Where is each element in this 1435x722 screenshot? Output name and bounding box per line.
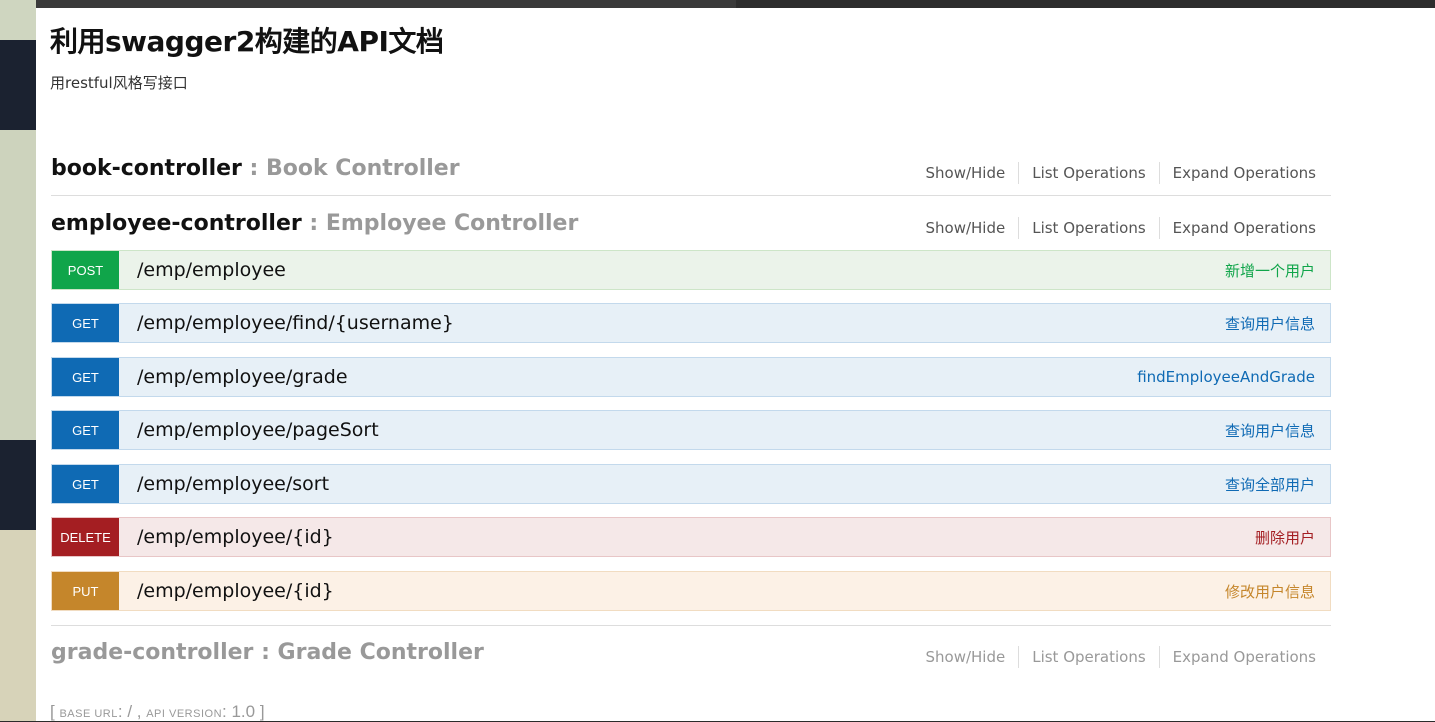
resource-description: Grade Controller bbox=[277, 640, 484, 665]
operation-row[interactable]: DELETE /emp/employee/{id} 删除用户 bbox=[51, 517, 1331, 557]
operation-row[interactable]: GET /emp/employee/find/{username} 查询用户信息 bbox=[51, 303, 1331, 343]
operation-summary[interactable]: 查询用户信息 bbox=[1225, 420, 1315, 441]
api-version-value: : 1.0 ] bbox=[222, 702, 265, 721]
expand-operations-link[interactable]: Expand Operations bbox=[1160, 164, 1331, 182]
http-method-badge[interactable]: GET bbox=[52, 411, 119, 449]
api-info-footer: [ BASE URL: / , API VERSION: 1.0 ] bbox=[50, 702, 265, 722]
expand-operations-link[interactable]: Expand Operations bbox=[1160, 219, 1331, 237]
resource-grade-controller: grade-controller : Grade Controller Show… bbox=[51, 634, 1331, 674]
resource-heading[interactable]: employee-controller : Employee Controlle… bbox=[51, 211, 578, 236]
resource-options: Show/Hide List Operations Expand Operati… bbox=[912, 646, 1331, 668]
resource-separator: : bbox=[253, 640, 278, 665]
list-operations-link[interactable]: List Operations bbox=[1019, 219, 1158, 237]
page-title: 利用swagger2构建的API文档 bbox=[50, 25, 444, 58]
resource-separator: : bbox=[301, 211, 326, 236]
list-operations-link[interactable]: List Operations bbox=[1019, 164, 1158, 182]
swagger-page: 利用swagger2构建的API文档 用restful风格写接口 book-co… bbox=[36, 8, 1435, 721]
resource-name[interactable]: book-controller bbox=[51, 156, 242, 181]
show-hide-link[interactable]: Show/Hide bbox=[912, 219, 1018, 237]
operation-summary[interactable]: 查询用户信息 bbox=[1225, 313, 1315, 334]
resource-name[interactable]: grade-controller bbox=[51, 640, 253, 665]
list-operations-link[interactable]: List Operations bbox=[1019, 648, 1158, 666]
page-subtitle: 用restful风格写接口 bbox=[50, 74, 188, 92]
show-hide-link[interactable]: Show/Hide bbox=[912, 648, 1018, 666]
base-url-value: : / , bbox=[117, 702, 147, 721]
resource-divider bbox=[51, 195, 1331, 196]
http-method-badge[interactable]: POST bbox=[52, 251, 119, 289]
show-hide-link[interactable]: Show/Hide bbox=[912, 164, 1018, 182]
operation-path[interactable]: /emp/employee/grade bbox=[137, 366, 1137, 388]
operation-path[interactable]: /emp/employee/sort bbox=[137, 473, 1225, 495]
operation-summary[interactable]: 查询全部用户 bbox=[1225, 474, 1315, 495]
http-method-badge[interactable]: PUT bbox=[52, 572, 119, 610]
resource-options: Show/Hide List Operations Expand Operati… bbox=[912, 162, 1331, 184]
operation-path[interactable]: /emp/employee/{id} bbox=[137, 580, 1225, 602]
resource-employee-controller: employee-controller : Employee Controlle… bbox=[51, 205, 1331, 245]
operation-path[interactable]: /emp/employee/find/{username} bbox=[137, 312, 1225, 334]
resource-divider bbox=[51, 625, 1331, 626]
resource-description: Employee Controller bbox=[325, 211, 579, 236]
resource-name[interactable]: employee-controller bbox=[51, 211, 302, 236]
operation-summary[interactable]: findEmployeeAndGrade bbox=[1137, 368, 1315, 386]
background-top-strip bbox=[36, 0, 1435, 8]
resource-book-controller: book-controller : Book Controller Show/H… bbox=[51, 150, 1331, 190]
background-left-strip bbox=[0, 0, 36, 721]
resource-options: Show/Hide List Operations Expand Operati… bbox=[912, 217, 1331, 239]
operation-path[interactable]: /emp/employee bbox=[137, 259, 1225, 281]
operation-summary[interactable]: 修改用户信息 bbox=[1225, 581, 1315, 602]
operation-row[interactable]: POST /emp/employee 新增一个用户 bbox=[51, 250, 1331, 290]
operation-summary[interactable]: 删除用户 bbox=[1255, 527, 1315, 548]
resource-separator: : bbox=[241, 156, 267, 181]
operation-path[interactable]: /emp/employee/{id} bbox=[137, 526, 1255, 548]
http-method-badge[interactable]: GET bbox=[52, 304, 119, 342]
operation-row[interactable]: GET /emp/employee/grade findEmployeeAndG… bbox=[51, 357, 1331, 397]
http-method-badge[interactable]: GET bbox=[52, 358, 119, 396]
resource-description: Book Controller bbox=[266, 156, 460, 181]
resource-heading[interactable]: grade-controller : Grade Controller bbox=[51, 640, 484, 665]
operation-path[interactable]: /emp/employee/pageSort bbox=[137, 419, 1225, 441]
http-method-badge[interactable]: GET bbox=[52, 465, 119, 503]
operation-row[interactable]: PUT /emp/employee/{id} 修改用户信息 bbox=[51, 571, 1331, 611]
api-version-label: API VERSION bbox=[146, 708, 223, 720]
resource-heading[interactable]: book-controller : Book Controller bbox=[51, 156, 460, 181]
operation-summary[interactable]: 新增一个用户 bbox=[1225, 260, 1315, 281]
operation-row[interactable]: GET /emp/employee/pageSort 查询用户信息 bbox=[51, 410, 1331, 450]
expand-operations-link[interactable]: Expand Operations bbox=[1160, 648, 1331, 666]
http-method-badge[interactable]: DELETE bbox=[52, 518, 119, 556]
operation-row[interactable]: GET /emp/employee/sort 查询全部用户 bbox=[51, 464, 1331, 504]
base-url-label: BASE URL bbox=[59, 708, 118, 720]
